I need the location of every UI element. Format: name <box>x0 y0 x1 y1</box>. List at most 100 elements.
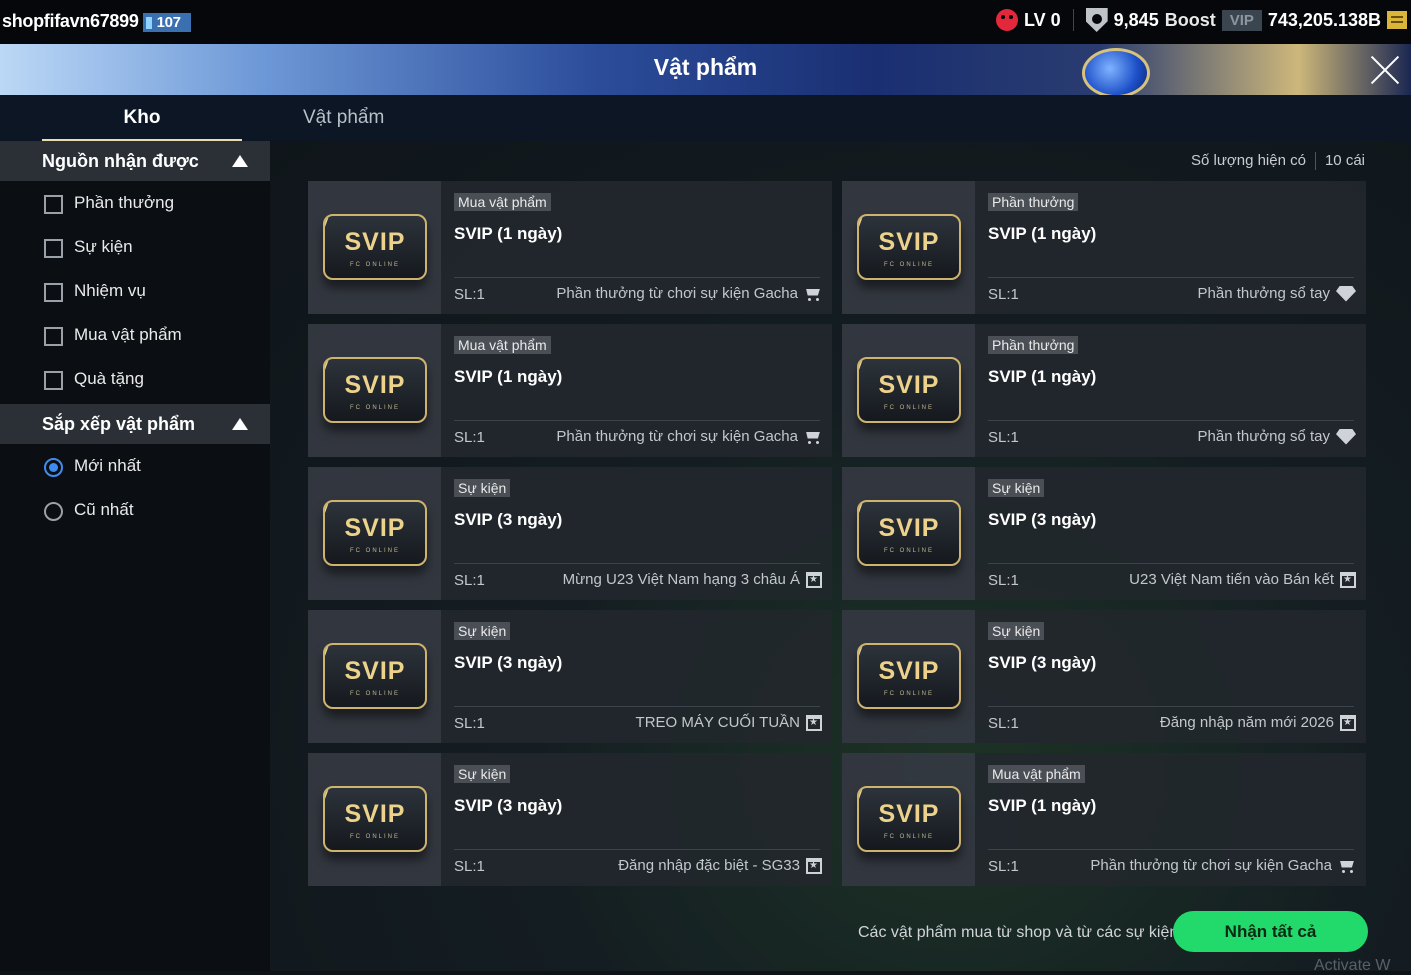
shield-icon <box>1085 8 1108 32</box>
item-thumbnail: SVIP FC ONLINE <box>842 324 975 457</box>
divider <box>454 420 820 421</box>
status-bar: shopfifavn67899 107 LV 0 9,845 Boost VIP … <box>0 0 1411 44</box>
item-card[interactable]: SVIP FC ONLINE Sự kiện SVIP (3 ngày) SL:1 Đăn… <box>308 753 832 886</box>
filter-option-phan-thuong[interactable]: Phần thưởng <box>0 181 270 225</box>
checkbox[interactable] <box>44 195 63 214</box>
item-quantity: SL:1 <box>454 429 485 446</box>
item-thumbnail: SVIP FC ONLINE <box>842 181 975 314</box>
item-card[interactable]: SVIP FC ONLINE Sự kiện SVIP (3 ngày) SL:1 Đăn… <box>842 610 1366 743</box>
filter-sidebar: Nguồn nhận được Phần thưởng Sự kiện Nhiệ… <box>0 141 270 971</box>
item-name: SVIP (3 ngày) <box>454 510 563 529</box>
divider <box>1314 152 1316 170</box>
item-source-text: Phần thưởng từ chơi sự kiện Gacha <box>556 285 798 302</box>
svip-card-icon: SVIP FC ONLINE <box>857 786 961 852</box>
item-source-text: Mừng U23 Việt Nam hạng 3 châu Á <box>562 571 800 588</box>
sort-title: Sắp xếp vật phẩm <box>42 414 196 434</box>
diamond-icon <box>1336 428 1356 445</box>
item-card[interactable]: SVIP FC ONLINE Mua vật phẩm SVIP (1 ngày) SL… <box>842 753 1366 886</box>
divider <box>988 420 1354 421</box>
sort-header[interactable]: Sắp xếp vật phẩm <box>0 404 270 444</box>
page-header: Vật phẩm <box>0 44 1411 98</box>
tab-kho[interactable]: Kho <box>42 107 242 142</box>
item-source-text: Đăng nhập năm mới 2026 <box>1159 714 1334 731</box>
source-filter-title: Nguồn nhận được <box>42 151 199 171</box>
divider <box>454 563 820 564</box>
sad-face-icon <box>995 9 1018 31</box>
svip-card-icon: SVIP FC ONLINE <box>857 357 961 423</box>
svip-logo-text: SVIP <box>878 514 940 542</box>
item-source-tag: Phần thưởng <box>988 336 1079 354</box>
username: shopfifavn67899 <box>2 11 139 31</box>
page-title: Vật phẩm <box>653 54 758 80</box>
item-card[interactable]: SVIP FC ONLINE Sự kiện SVIP (3 ngày) SL:1 TRE… <box>308 610 832 743</box>
points-value: 9,845 <box>1113 9 1159 30</box>
item-source-text: Phần thưởng sổ tay <box>1197 428 1330 445</box>
item-thumbnail: SVIP FC ONLINE <box>842 753 975 886</box>
item-card[interactable]: SVIP FC ONLINE Mua vật phẩm SVIP (1 ngày) SL… <box>308 324 832 457</box>
item-thumbnail: SVIP FC ONLINE <box>308 753 441 886</box>
item-source-text: Đăng nhập đặc biệt - SG33 <box>618 857 800 874</box>
item-source: Phần thưởng sổ tay <box>1198 285 1356 302</box>
svip-logo-subtext: FC ONLINE <box>349 405 400 411</box>
svip-card-icon: SVIP FC ONLINE <box>323 214 427 280</box>
item-source-tag: Mua vật phẩm <box>454 193 551 211</box>
svip-card-icon: SVIP FC ONLINE <box>323 357 427 423</box>
item-source-text: Phần thưởng từ chơi sự kiện Gacha <box>1090 857 1332 874</box>
filter-option-nhiem-vu[interactable]: Nhiệm vụ <box>0 269 270 313</box>
svip-logo-text: SVIP <box>344 657 406 685</box>
item-source: Mừng U23 Việt Nam hạng 3 châu Á <box>563 571 822 588</box>
checkbox[interactable] <box>44 283 63 302</box>
item-source-text: Phần thưởng từ chơi sự kiện Gacha <box>556 428 798 445</box>
balance-value: 743,205.138B <box>1267 9 1381 30</box>
item-card[interactable]: SVIP FC ONLINE Phần thưởng SVIP (1 ngày) SL:… <box>842 324 1366 457</box>
checkbox[interactable] <box>44 239 63 258</box>
filter-option-mua-vat-pham[interactable]: Mua vật phẩm <box>0 313 270 357</box>
radio-button[interactable] <box>44 502 63 521</box>
sort-option-newest[interactable]: Mới nhất <box>0 444 270 488</box>
item-name: SVIP (1 ngày) <box>988 367 1097 386</box>
checkbox[interactable] <box>44 327 63 346</box>
item-card[interactable]: SVIP FC ONLINE Phần thưởng SVIP (1 ngày) SL:… <box>842 181 1366 314</box>
item-source-tag: Sự kiện <box>454 765 511 783</box>
filter-label: Phần thưởng <box>74 193 175 212</box>
item-source-tag: Sự kiện <box>988 622 1045 640</box>
filter-label: Sự kiện <box>74 237 133 256</box>
collapse-arrow-icon[interactable] <box>232 418 248 430</box>
collapse-arrow-icon[interactable] <box>232 155 248 167</box>
sort-label: Mới nhất <box>74 456 141 475</box>
filter-label: Quà tặng <box>74 369 144 388</box>
item-thumbnail: SVIP FC ONLINE <box>842 610 975 743</box>
claim-all-button[interactable]: Nhận tất cả <box>1173 911 1368 952</box>
svip-logo-subtext: FC ONLINE <box>883 834 934 840</box>
svip-card-icon: SVIP FC ONLINE <box>857 500 961 566</box>
source-filter-header[interactable]: Nguồn nhận được <box>0 141 270 181</box>
svip-logo-subtext: FC ONLINE <box>349 548 400 554</box>
item-quantity: SL:1 <box>988 858 1019 875</box>
filter-label: Mua vật phẩm <box>74 325 182 344</box>
filter-option-su-kien[interactable]: Sự kiện <box>0 225 270 269</box>
svip-logo-subtext: FC ONLINE <box>883 691 934 697</box>
item-name: SVIP (3 ngày) <box>988 510 1097 529</box>
item-source-text: TREO MÁY CUỐI TUẦN <box>635 714 800 731</box>
item-card[interactable]: SVIP FC ONLINE Sự kiện SVIP (3 ngày) SL:1 U23… <box>842 467 1366 600</box>
diamond-icon <box>1336 285 1356 302</box>
radio-button[interactable] <box>44 458 63 477</box>
currency-stats: LV 0 9,845 Boost VIP 743,205.138B <box>995 8 1407 32</box>
vip-chip[interactable]: VIP <box>1221 9 1262 31</box>
item-quantity: SL:1 <box>988 715 1019 732</box>
svip-card-icon: SVIP FC ONLINE <box>323 500 427 566</box>
close-button[interactable] <box>1368 53 1402 87</box>
item-source: TREO MÁY CUỐI TUẦN <box>636 714 822 731</box>
user-level-badge: 107 <box>142 13 191 32</box>
item-quantity: SL:1 <box>988 286 1019 303</box>
boost-label[interactable]: Boost <box>1165 10 1216 31</box>
item-card[interactable]: SVIP FC ONLINE Sự kiện SVIP (3 ngày) SL:1 Mừn… <box>308 467 832 600</box>
svip-logo-subtext: FC ONLINE <box>349 834 400 840</box>
item-card[interactable]: SVIP FC ONLINE Mua vật phẩm SVIP (1 ngày) SL… <box>308 181 832 314</box>
checkbox[interactable] <box>44 371 63 390</box>
filter-option-qua-tang[interactable]: Quà tặng <box>0 357 270 401</box>
item-source-tag: Sự kiện <box>454 479 511 497</box>
divider <box>454 277 820 278</box>
tab-vat-pham[interactable]: Vật phẩm <box>303 107 384 129</box>
sort-option-oldest[interactable]: Cũ nhất <box>0 488 270 532</box>
